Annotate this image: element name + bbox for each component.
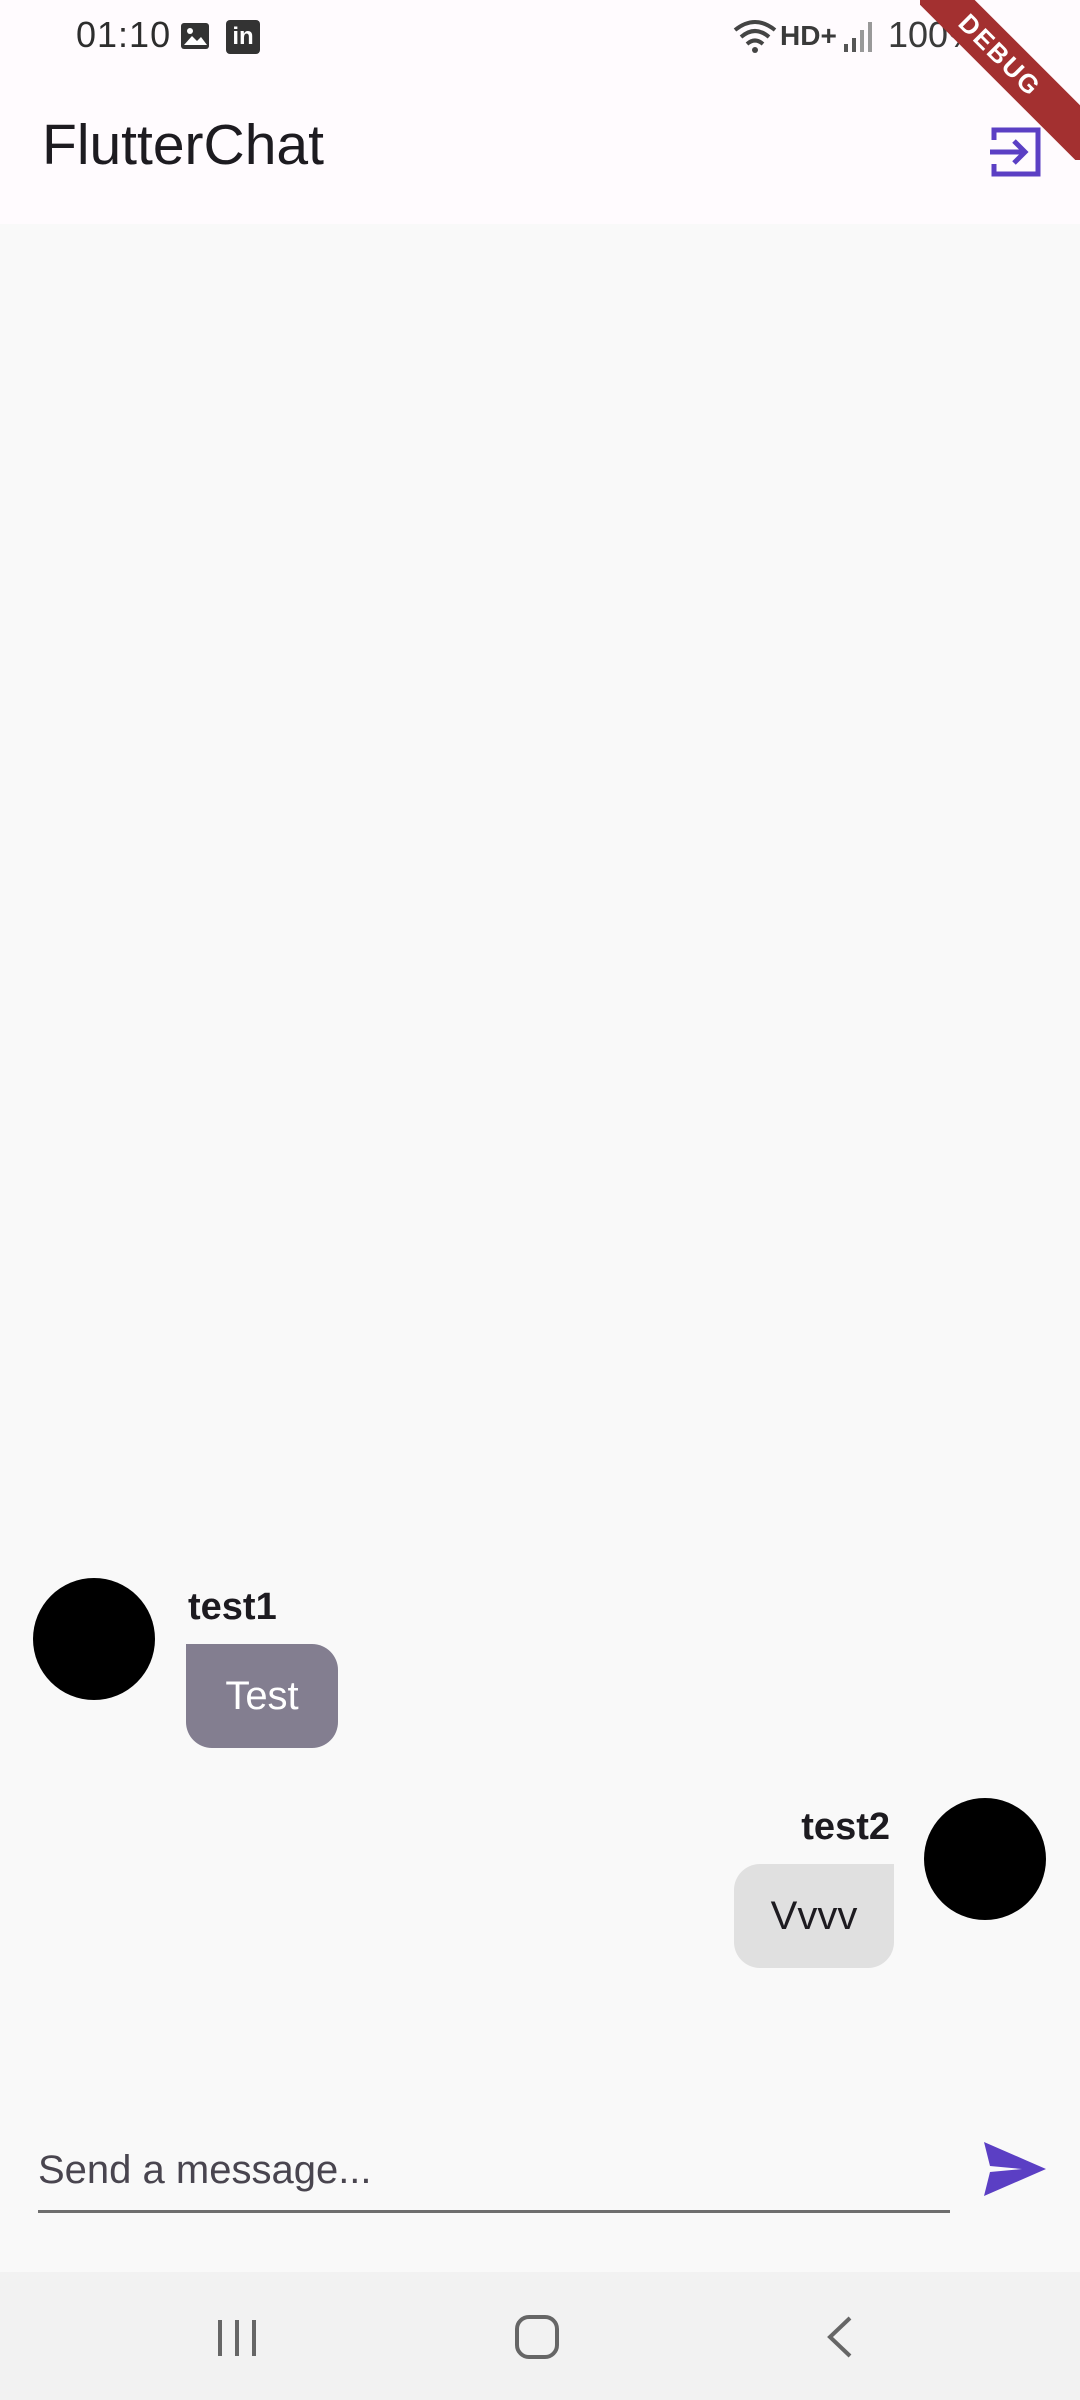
back-icon[interactable] — [818, 2310, 862, 2364]
system-nav-bar — [0, 2272, 1080, 2400]
recent-apps-icon[interactable] — [212, 2312, 262, 2362]
debug-banner-container: DEBUG — [920, 0, 1080, 160]
image-icon — [181, 23, 209, 49]
message-composer — [0, 2090, 1080, 2270]
debug-banner: DEBUG — [920, 0, 1080, 160]
app-bar: FlutterChat — [0, 74, 1080, 224]
network-type: HD+ — [780, 20, 837, 51]
linkedin-icon: in — [226, 20, 260, 54]
home-icon[interactable] — [510, 2310, 564, 2364]
message-list: test1 Test test2 Vvvv — [0, 224, 1080, 2084]
avatar — [33, 1578, 155, 1700]
signal-icon — [844, 22, 872, 52]
message-bubble: Test — [186, 1644, 338, 1748]
app-title: FlutterChat — [42, 113, 324, 177]
avatar — [924, 1798, 1046, 1920]
wifi-icon — [733, 20, 777, 53]
message-bubble: Vvvv — [734, 1864, 894, 1968]
message-username: test2 — [801, 1806, 890, 1848]
status-time: 01:10 — [76, 14, 172, 55]
send-icon[interactable] — [978, 2132, 1052, 2206]
message-username: test1 — [188, 1586, 277, 1628]
status-bar: 01:10 in HD+ 100% — [0, 0, 1080, 74]
message-input[interactable] — [38, 2130, 950, 2213]
